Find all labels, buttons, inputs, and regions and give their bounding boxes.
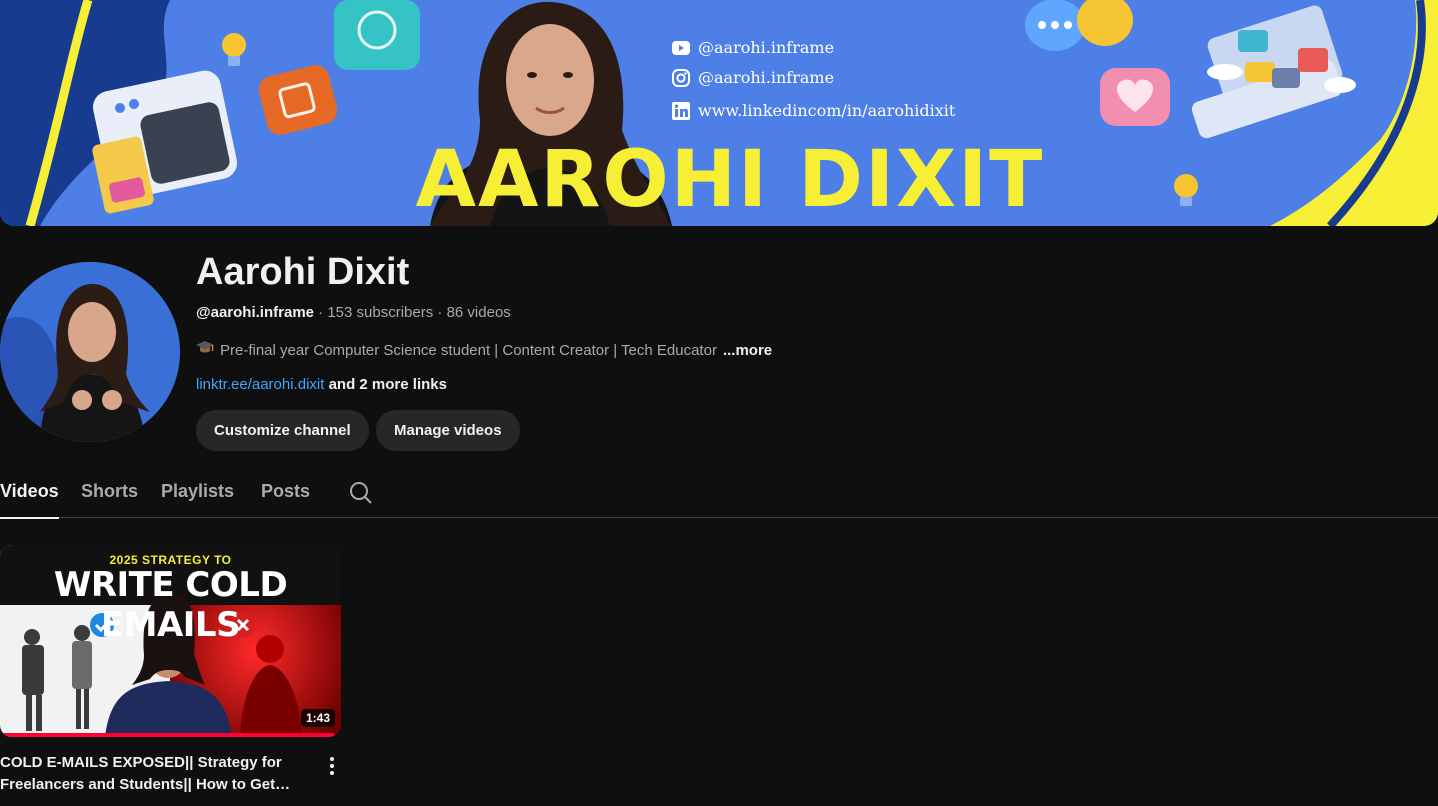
tab-posts[interactable]: Posts <box>261 470 310 517</box>
video-count: 86 videos <box>446 304 511 321</box>
description-more-link[interactable]: ...more <box>723 342 772 359</box>
banner-youtube-handle: @aarohi.inframe <box>672 38 834 57</box>
tab-videos[interactable]: Videos <box>0 470 59 519</box>
channel-links: linktr.ee/aarohi.dixit and 2 more links <box>196 376 447 393</box>
instagram-icon <box>672 68 690 87</box>
tab-shorts[interactable]: Shorts <box>81 470 138 517</box>
description-text: Pre-final year Computer Science student … <box>220 341 717 359</box>
video-duration-badge: 1:43 <box>300 709 335 727</box>
graduation-cap-icon <box>196 340 214 360</box>
channel-handle: @aarohi.inframe <box>196 304 314 321</box>
channel-description[interactable]: Pre-final year Computer Science student … <box>196 340 772 360</box>
subscriber-count: 153 subscribers <box>327 304 434 321</box>
watch-progress-bar <box>0 733 335 737</box>
more-vert-icon[interactable] <box>322 754 342 778</box>
search-icon[interactable] <box>348 480 374 506</box>
meta-separator: · <box>314 304 328 321</box>
more-links-button[interactable]: and 2 more links <box>329 376 447 393</box>
tab-playlists[interactable]: Playlists <box>161 470 234 517</box>
banner-linkedin-url: www.linkedincom/in/aarohidixit <box>672 101 955 120</box>
linkedin-icon <box>672 101 690 120</box>
meta-separator: · <box>433 304 447 321</box>
thumbnail-headline: WRITE COLD EMAILS <box>53 565 288 645</box>
channel-title: Aarohi Dixit <box>196 251 410 293</box>
channel-tabs: Videos Shorts Playlists Posts <box>0 470 1438 519</box>
channel-avatar[interactable] <box>0 262 180 442</box>
linktree-link[interactable]: linktr.ee/aarohi.dixit <box>196 376 324 393</box>
banner-channel-name: AAROHI DIXIT <box>415 135 1045 225</box>
manage-videos-button[interactable]: Manage videos <box>376 410 520 451</box>
video-thumbnail[interactable]: 2025 STRATEGY TO WRITE COLD EMAILS 1:43 <box>0 545 341 737</box>
customize-channel-button[interactable]: Customize channel <box>196 410 369 451</box>
video-title[interactable]: COLD E-MAILS EXPOSED|| Strategy for Free… <box>0 752 300 796</box>
banner-instagram-handle: @aarohi.inframe <box>672 68 834 87</box>
youtube-icon <box>672 39 690 57</box>
channel-banner: @aarohi.inframe @aarohi.inframe www.link… <box>0 0 1438 226</box>
channel-meta: @aarohi.inframe · 153 subscribers · 86 v… <box>196 304 511 321</box>
